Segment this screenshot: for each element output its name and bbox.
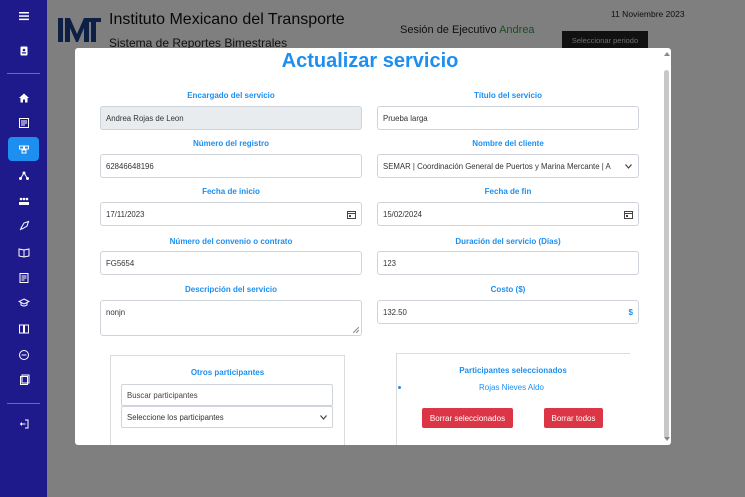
chevron-down-icon	[320, 413, 327, 422]
costo-input[interactable]: 132.50 $	[377, 300, 639, 324]
user-badge-icon[interactable]	[10, 41, 37, 61]
book-icon[interactable]	[10, 242, 37, 262]
search-placeholder: Buscar participantes	[127, 390, 198, 400]
borrar-todos-button[interactable]: Borrar todos	[544, 408, 603, 428]
fecha-inicio-value: 17/11/2023	[106, 209, 145, 219]
team-icon[interactable]	[10, 191, 37, 211]
list-bullet	[398, 386, 401, 389]
encargado-label: Encargado del servicio	[187, 91, 275, 100]
costo-label: Costo ($)	[490, 285, 526, 294]
rocket-icon[interactable]	[10, 216, 37, 236]
numero-registro-label: Número del registro	[192, 139, 269, 148]
scroll-down-arrow-icon[interactable]	[664, 437, 670, 441]
minus-circle-icon[interactable]	[10, 345, 37, 365]
duracion-label: Duración del servicio (Días)	[455, 237, 561, 246]
menu-icon[interactable]	[10, 6, 37, 26]
descripcion-value: nonjn	[106, 308, 126, 317]
borrar-seleccionados-button[interactable]: Borrar seleccionados	[422, 408, 513, 428]
participantes-select[interactable]: Seleccione los participantes	[121, 406, 333, 428]
sidebar-divider	[7, 73, 40, 74]
encargado-value: Andrea Rojas de Leon	[106, 113, 184, 123]
duracion-input[interactable]: 123	[377, 251, 639, 275]
document-icon[interactable]	[10, 268, 37, 288]
fecha-fin-value: 15/02/2024	[383, 209, 423, 219]
sidebar	[0, 0, 47, 497]
participantes-select-value: Seleccione los participantes	[127, 412, 224, 422]
calendar-icon[interactable]	[623, 209, 633, 219]
sidebar-divider	[7, 403, 40, 404]
cliente-select[interactable]: SEMAR | Coordinación General de Puertos …	[377, 154, 639, 178]
graduation-icon[interactable]	[10, 293, 37, 313]
cliente-value: SEMAR | Coordinación General de Puertos …	[383, 161, 611, 171]
costo-value: 132.50	[383, 307, 407, 317]
convenio-value: FG5654	[106, 258, 135, 268]
fecha-fin-input[interactable]: 15/02/2024	[377, 202, 639, 226]
titulo-value: Prueba larga	[383, 113, 428, 123]
numero-registro-value: 62846648196	[106, 161, 154, 171]
buscar-participantes-input[interactable]: Buscar participantes	[121, 384, 333, 406]
fecha-inicio-label: Fecha de inicio	[202, 187, 260, 196]
convenio-label: Número del convenio o contrato	[169, 237, 293, 246]
network-icon[interactable]	[10, 166, 37, 186]
selected-participant-item[interactable]: Rojas Nieves Aldo	[479, 383, 544, 392]
titulo-label: Título del servicio	[473, 91, 542, 100]
otros-participantes-title: Otros participantes	[190, 368, 265, 377]
duracion-value: 123	[383, 258, 397, 268]
chevron-down-icon	[623, 161, 633, 171]
participantes-seleccionados-title: Participantes seleccionados	[459, 366, 567, 375]
modal-title: Actualizar servicio	[281, 50, 459, 72]
convenio-input[interactable]: FG5654	[100, 251, 362, 275]
descripcion-label: Descripción del servicio	[184, 285, 278, 294]
scroll-up-arrow-icon[interactable]	[664, 52, 670, 56]
services-icon[interactable]	[8, 137, 39, 161]
fecha-fin-label: Fecha de fin	[484, 187, 532, 196]
resize-handle-icon[interactable]	[353, 327, 359, 333]
home-icon[interactable]	[10, 88, 37, 108]
encargado-field: Andrea Rojas de Leon	[100, 106, 362, 130]
logout-icon[interactable]	[10, 414, 37, 434]
report-icon[interactable]	[10, 113, 37, 133]
update-service-modal: Actualizar servicio Encargado del servic…	[75, 48, 671, 445]
bookstack-icon[interactable]	[10, 319, 37, 339]
descripcion-textarea[interactable]: nonjn	[100, 300, 362, 336]
file-icon[interactable]	[10, 370, 37, 390]
modal-scrollbar[interactable]	[664, 70, 669, 438]
cliente-label: Nombre del cliente	[472, 139, 544, 148]
calendar-icon[interactable]	[346, 209, 356, 219]
numero-registro-input[interactable]: 62846648196	[100, 154, 362, 178]
fecha-inicio-input[interactable]: 17/11/2023	[100, 202, 362, 226]
currency-suffix: $	[628, 307, 633, 317]
titulo-input[interactable]: Prueba larga	[377, 106, 639, 130]
